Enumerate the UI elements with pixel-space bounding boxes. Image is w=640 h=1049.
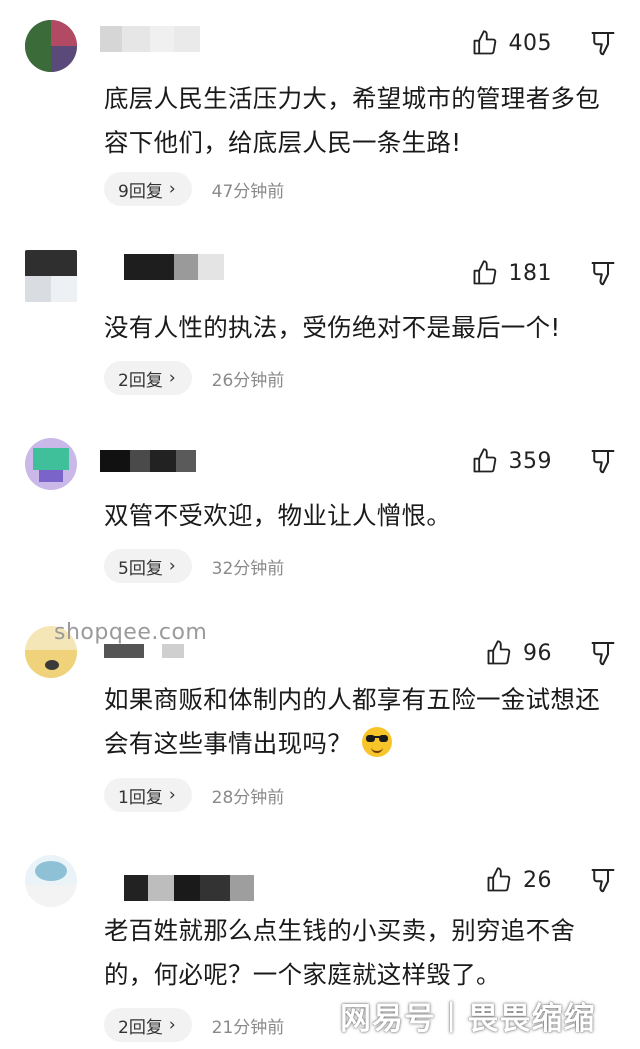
- sunglasses-emoji-icon: [362, 727, 392, 757]
- comment-actions: 405: [471, 26, 619, 60]
- thumbs-down-icon[interactable]: [588, 446, 618, 476]
- username-blurred[interactable]: [104, 644, 184, 670]
- like-count: 96: [523, 640, 552, 666]
- replies-button[interactable]: 5回复 ›: [104, 549, 192, 583]
- username-blurred[interactable]: [100, 26, 200, 52]
- comment-actions: 96: [485, 636, 618, 670]
- chevron-right-icon: ›: [168, 179, 176, 199]
- replies-count: 5回复: [118, 558, 163, 579]
- comment-meta: 9回复 › 47分钟前: [104, 172, 284, 206]
- comment-meta: 2回复 › 21分钟前: [104, 1008, 284, 1042]
- like-count: 181: [508, 260, 552, 286]
- replies-count: 9回复: [118, 181, 163, 202]
- thumbs-down-icon[interactable]: [588, 28, 618, 58]
- comment-text: 没有人性的执法，受伤绝对不是最后一个!: [104, 313, 561, 342]
- like-button[interactable]: 26: [485, 866, 552, 894]
- username-blurred[interactable]: [124, 875, 254, 901]
- brand-separator: |: [446, 997, 458, 1033]
- thumbs-up-icon: [473, 30, 496, 55]
- comment-time: 26分钟前: [211, 370, 285, 391]
- replies-button[interactable]: 2回复 ›: [104, 1008, 192, 1042]
- comment-text: 如果商贩和体制内的人都享有五险一金试想还会有这些事情出现吗？: [104, 678, 614, 766]
- username-blurred[interactable]: [124, 254, 224, 280]
- thumbs-up-icon: [487, 867, 511, 892]
- replies-count: 1回复: [118, 787, 163, 808]
- comment-time: 47分钟前: [211, 181, 285, 202]
- comment-meta: 2回复 › 26分钟前: [104, 361, 284, 395]
- avatar[interactable]: [25, 438, 77, 490]
- thumbs-down-icon[interactable]: [588, 638, 618, 668]
- chevron-right-icon: ›: [168, 556, 176, 576]
- replies-button[interactable]: 9回复 ›: [104, 172, 192, 206]
- brand-watermark: 网易号 | 畏畏缩缩: [340, 995, 596, 1037]
- like-button[interactable]: 96: [485, 639, 552, 667]
- comment-text: 双管不受欢迎，物业让人憎恨。: [104, 501, 452, 530]
- like-button[interactable]: 181: [471, 259, 553, 287]
- replies-button[interactable]: 2回复 ›: [104, 361, 192, 395]
- avatar[interactable]: [25, 250, 77, 302]
- brand-platform: 网易号: [340, 1000, 436, 1037]
- comment-actions: 181: [471, 256, 619, 290]
- thumbs-down-icon[interactable]: [588, 258, 618, 288]
- comment-time: 32分钟前: [211, 558, 285, 579]
- chevron-right-icon: ›: [168, 368, 176, 388]
- like-button[interactable]: 359: [471, 447, 553, 475]
- replies-count: 2回复: [118, 370, 163, 391]
- brand-account: 畏畏缩缩: [467, 1000, 596, 1037]
- avatar[interactable]: [25, 855, 77, 907]
- comment-actions: 26: [485, 863, 618, 897]
- comment-time: 28分钟前: [211, 787, 285, 808]
- watermark-text: shopqee.com: [54, 620, 208, 645]
- replies-count: 2回复: [118, 1017, 163, 1038]
- like-count: 26: [523, 867, 552, 893]
- thumbs-up-icon: [487, 640, 511, 665]
- like-count: 359: [508, 448, 552, 474]
- thumbs-up-icon: [473, 260, 496, 285]
- comment-text: 老百姓就那么点生钱的小买卖，别穷追不舍的，何必呢？一个家庭就这样毁了。: [104, 916, 576, 989]
- avatar[interactable]: [25, 20, 77, 72]
- thumbs-up-icon: [473, 448, 496, 473]
- comment-time: 21分钟前: [211, 1017, 285, 1038]
- comment-text: 底层人民生活压力大，希望城市的管理者多包容下他们，给底层人民一条生路!: [104, 84, 600, 157]
- like-count: 405: [508, 30, 552, 56]
- replies-button[interactable]: 1回复 ›: [104, 778, 192, 812]
- thumbs-down-icon[interactable]: [588, 865, 618, 895]
- chevron-right-icon: ›: [168, 785, 176, 805]
- like-button[interactable]: 405: [471, 29, 553, 57]
- comment-actions: 359: [471, 444, 619, 478]
- comment-meta: 1回复 › 28分钟前: [104, 778, 284, 812]
- comment-text-content: 如果商贩和体制内的人都享有五险一金试想还会有这些事情出现吗？: [104, 685, 600, 758]
- username-blurred[interactable]: [100, 450, 196, 476]
- comment-meta: 5回复 › 32分钟前: [104, 549, 284, 583]
- chevron-right-icon: ›: [168, 1015, 176, 1035]
